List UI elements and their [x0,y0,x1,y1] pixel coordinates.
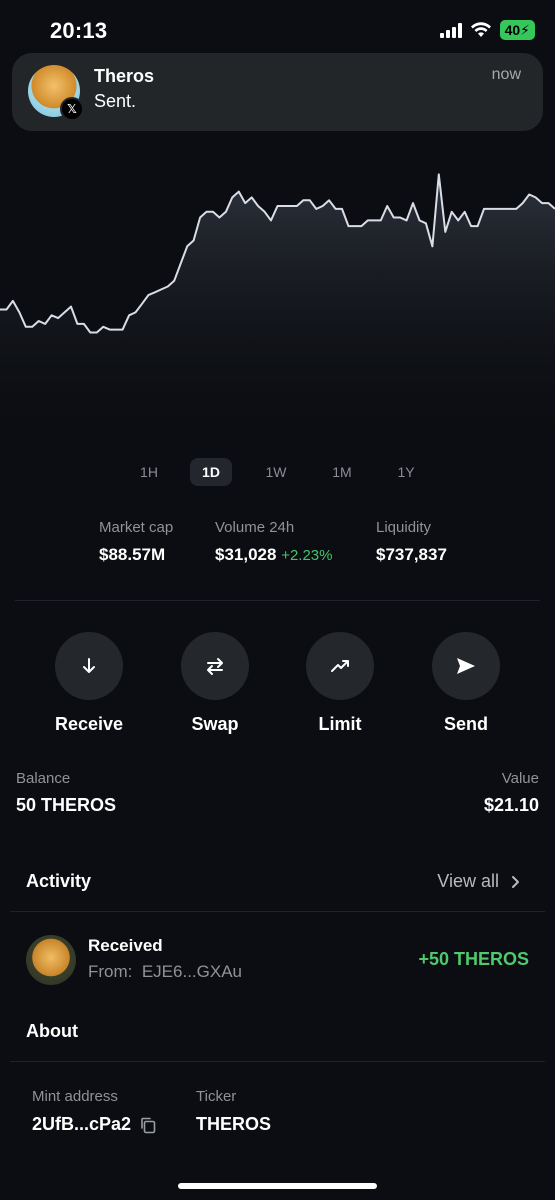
tab-1d[interactable]: 1D [190,458,232,486]
battery-level: 40 [504,22,521,38]
receive-button[interactable]: Receive [44,632,134,735]
ticker-label: Ticker [196,1088,237,1105]
value-label: Value [501,770,539,787]
balance-label: Balance [16,770,71,787]
from-label: From: [88,962,133,981]
receive-button-circle[interactable] [55,632,123,700]
paper-plane-icon [457,658,475,674]
tab-1y[interactable]: 1Y [385,458,427,486]
battery-indicator: 40⚡ [499,20,535,40]
liquidity-label: Liquidity [376,519,432,536]
notification-title: Theros [94,66,155,86]
ticker-value: THEROS [196,1114,272,1134]
arrow-down-icon [83,658,95,673]
token-avatar [26,935,76,985]
value-amount: $21.10 [483,795,539,815]
swap-button[interactable]: Swap [170,632,260,735]
swap-button-circle[interactable] [181,632,249,700]
from-address: EJE6...GXAu [141,962,243,981]
activity-row-from: From: EJE6...GXAu [88,962,242,982]
price-chart[interactable] [0,150,555,450]
limit-label: Limit [318,714,362,734]
send-button-circle[interactable] [432,632,500,700]
mint-address-text: 2UfB...cPa2 [32,1114,132,1134]
swap-arrows-icon [207,658,223,675]
volume-value: $31,028 [215,545,277,564]
about-title: About [26,1021,78,1041]
mint-address-value[interactable]: 2UfB...cPa2 [32,1114,157,1135]
limit-button-circle[interactable] [306,632,374,700]
send-button[interactable]: Send [421,632,511,735]
about-divider [10,1061,545,1062]
market-cap-label: Market cap [99,519,174,536]
home-indicator[interactable] [178,1183,377,1189]
activity-row-amount: +50 THEROS [418,949,529,969]
notification-body: Sent. [94,91,137,111]
send-label: Send [443,714,488,734]
trend-up-icon [331,660,349,672]
x-logo-icon: 𝕏 [60,97,84,121]
tab-1h[interactable]: 1H [128,458,170,486]
copy-icon[interactable] [139,1116,157,1134]
swap-label: Swap [191,714,239,734]
liquidity-value: $737,837 [376,545,447,564]
activity-row-title: Received [88,936,163,955]
tab-1w[interactable]: 1W [255,458,297,486]
tab-1m[interactable]: 1M [321,458,363,486]
chevron-right-icon [512,875,519,888]
volume-label: Volume 24h [215,519,295,536]
volume-value-group: $31,028 +2.23% [215,545,332,565]
market-cap-value: $88.57M [99,545,166,564]
stats-divider [15,600,540,601]
limit-button[interactable]: Limit [295,632,385,735]
view-all-link[interactable]: View all [437,871,521,892]
status-time: 20:13 [50,18,108,43]
mint-address-label: Mint address [32,1088,118,1105]
view-all-label: View all [437,871,499,891]
activity-divider [10,911,545,912]
charging-bolt-icon: ⚡ [520,22,530,38]
chart-area-fill [0,174,555,450]
notification-time: now [491,66,521,83]
status-icons: 40⚡ [439,20,535,40]
balance-amount: 50 THEROS [16,795,117,815]
activity-title: Activity [26,871,92,891]
cellular-signal-icon [439,22,462,38]
volume-change: +2.23% [281,547,333,564]
receive-label: Receive [54,714,124,734]
wifi-icon [470,22,491,37]
notification-banner[interactable]: 𝕏 Theros Sent. now [12,53,543,131]
